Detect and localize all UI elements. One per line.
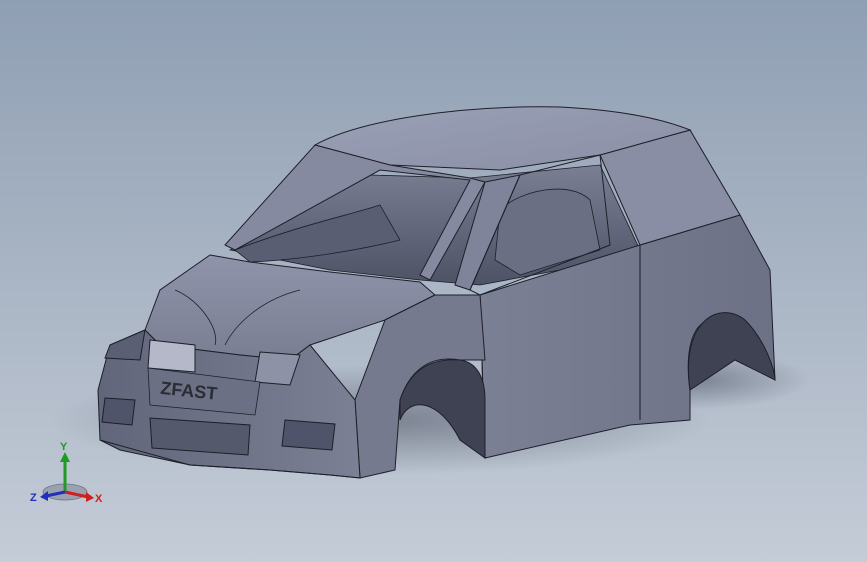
car-body-model[interactable]: ZFAST [0, 0, 867, 562]
z-axis-label: Z [30, 492, 37, 504]
y-axis-arrow [60, 452, 70, 462]
x-axis-label: X [95, 493, 103, 505]
graphics-viewport[interactable]: ZFAST Y X Z [0, 0, 867, 562]
fog-light-right [281, 419, 336, 451]
fog-light-left [101, 397, 136, 426]
y-axis-label: Y [60, 441, 68, 453]
headlight-left [104, 329, 146, 361]
coordinate-triad: Y X Z [30, 441, 103, 505]
x-axis-arrow [86, 492, 94, 502]
headlight-right [147, 339, 196, 373]
